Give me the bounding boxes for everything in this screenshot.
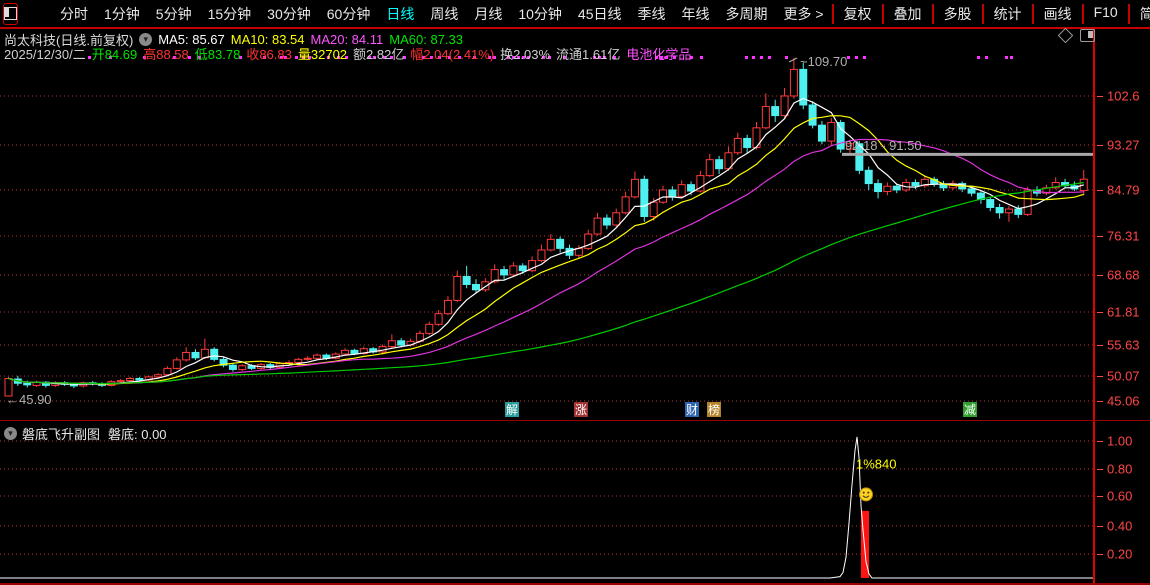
price-axis-label: 68.68 <box>1107 268 1140 283</box>
toolbar-button[interactable]: 画线 <box>1032 4 1082 24</box>
period-tab[interactable]: 更多 > <box>775 4 831 24</box>
axis-tick <box>1097 275 1103 276</box>
svg-text:解: 解 <box>506 403 518 417</box>
period-tab[interactable]: 10分钟 <box>510 4 570 24</box>
quote-field: 换2.03% <box>500 44 550 63</box>
price-axis-label: 45.06 <box>1107 394 1140 409</box>
quote-field: 收86.83 <box>246 44 292 63</box>
toolbar-button[interactable]: F10 <box>1082 4 1128 24</box>
quote-field: 电池化学品 <box>626 44 691 63</box>
indicator-title: 磐底飞升副图 <box>22 424 100 443</box>
axis-tick <box>1097 554 1103 555</box>
period-tab[interactable]: 多周期 <box>717 4 775 24</box>
period-tab[interactable]: 月线 <box>466 4 510 24</box>
action-menu: 复权叠加多股统计画线F10简框标记+自选返回 <box>832 4 1150 24</box>
period-tab[interactable]: 年线 <box>673 4 717 24</box>
price-axis-label: 55.63 <box>1107 338 1140 353</box>
axis-tick <box>1097 376 1103 377</box>
price-axis-label: 76.31 <box>1107 229 1140 244</box>
price-axis-label: 50.07 <box>1107 369 1140 384</box>
period-tab[interactable]: 30分钟 <box>259 4 319 24</box>
axis-tick <box>1097 345 1103 346</box>
smiley-icon <box>860 488 873 501</box>
price-axis-label: 102.6 <box>1107 89 1140 104</box>
price-axis: 102.6 93.27 84.79 76.31 68.68 61.81 55.63 50.07… <box>1093 29 1150 420</box>
toolbar-button[interactable]: 简框 <box>1128 4 1150 24</box>
period-tab[interactable]: 45日线 <box>570 4 630 24</box>
axis-tick <box>1097 190 1103 191</box>
toolbar-button[interactable]: 复权 <box>832 4 882 24</box>
diamond-marker-icon[interactable] <box>1058 28 1074 44</box>
split-window-icon[interactable] <box>1080 29 1095 42</box>
toolbar-button[interactable]: 叠加 <box>882 4 932 24</box>
indicator-axis: 1.00 0.80 0.60 0.40 0.20 <box>1093 421 1150 585</box>
indicator-axis-label: 0.60 <box>1107 489 1132 504</box>
price-axis-label: 61.81 <box>1107 305 1140 320</box>
quote-field: 2025/12/30/二 <box>4 44 86 63</box>
svg-text:财: 财 <box>686 403 698 417</box>
axis-tick <box>1097 496 1103 497</box>
indicator-axis-label: 0.80 <box>1107 462 1132 477</box>
daily-quote-line: 2025/12/30/二开84.69 高88.58 低83.78 收86.83 量327… <box>4 44 697 63</box>
indicator-header: ▾ 磐底飞升副图 磐底: 0.00 <box>4 424 175 443</box>
svg-text:~109.70: ~109.70 <box>800 54 847 69</box>
quote-field: 量32702 <box>298 44 347 63</box>
quote-field: 高88.58 <box>143 44 189 63</box>
axis-tick <box>1097 145 1103 146</box>
axis-tick <box>1097 441 1103 442</box>
axis-tick <box>1097 469 1103 470</box>
period-tab[interactable]: 60分钟 <box>319 4 379 24</box>
svg-text:减: 减 <box>964 403 976 417</box>
axis-tick <box>1097 312 1103 313</box>
signal-label: 1%840 <box>856 456 896 471</box>
indicator-axis-label: 1.00 <box>1107 434 1132 449</box>
toolbar-button[interactable]: 统计 <box>982 4 1032 24</box>
indicator-value: 磐底: 0.00 <box>108 424 167 443</box>
stock-app-window: 分时1分钟5分钟15分钟30分钟60分钟日线周线月线10分钟45日线季线年线多周… <box>0 0 1150 585</box>
main-chart-panel[interactable]: 解涨财榜减~109.7092.18 - 91.50←45.90 尚太科技(日线.… <box>0 29 1150 420</box>
period-tab[interactable]: 周线 <box>422 4 466 24</box>
indicator-chart[interactable]: 1%840 <box>0 421 1093 584</box>
quote-field: 开84.69 <box>92 44 138 63</box>
window-layout-icon[interactable] <box>3 3 18 25</box>
period-tab[interactable]: 日线 <box>378 4 422 24</box>
period-tab[interactable]: 5分钟 <box>148 4 200 24</box>
period-tab[interactable]: 分时 <box>52 4 96 24</box>
quote-field: 额2.82亿 <box>353 44 404 63</box>
price-axis-label: 84.79 <box>1107 183 1140 198</box>
svg-text:92.18 - 91.50: 92.18 - 91.50 <box>845 138 922 153</box>
indicator-axis-label: 0.40 <box>1107 519 1132 534</box>
period-tab[interactable]: 1分钟 <box>96 4 148 24</box>
indicator-panel[interactable]: 1%840 ▾ 磐底飞升副图 磐底: 0.00 1.00 0.80 0.60 0.40… <box>0 420 1150 585</box>
axis-tick <box>1097 526 1103 527</box>
price-axis-label: 93.27 <box>1107 138 1140 153</box>
toolbar-button[interactable]: 多股 <box>932 4 982 24</box>
axis-tick <box>1097 236 1103 237</box>
quote-field: 流通1.61亿 <box>556 44 620 63</box>
period-tab[interactable]: 季线 <box>629 4 673 24</box>
axis-tick <box>1097 401 1103 402</box>
candlestick-chart[interactable]: 解 涨 财榜 减 ~109.70 92.18 - 91.50 ←45.90 <box>0 29 1093 420</box>
period-tab[interactable]: 15分钟 <box>200 4 260 24</box>
collapse-chevron-icon[interactable]: ▾ <box>4 427 17 440</box>
quote-field: 低83.78 <box>195 44 241 63</box>
svg-text:涨: 涨 <box>575 402 587 417</box>
svg-text:榜: 榜 <box>708 402 720 417</box>
indicator-axis-label: 0.20 <box>1107 547 1132 562</box>
period-menu: 分时1分钟5分钟15分钟30分钟60分钟日线周线月线10分钟45日线季线年线多周… <box>52 4 832 24</box>
quote-field: 幅2.04(2.41%) <box>410 44 494 63</box>
svg-text:←45.90: ←45.90 <box>6 392 52 407</box>
top-toolbar: 分时1分钟5分钟15分钟30分钟60分钟日线周线月线10分钟45日线季线年线多周… <box>0 0 1150 29</box>
axis-tick <box>1097 96 1103 97</box>
